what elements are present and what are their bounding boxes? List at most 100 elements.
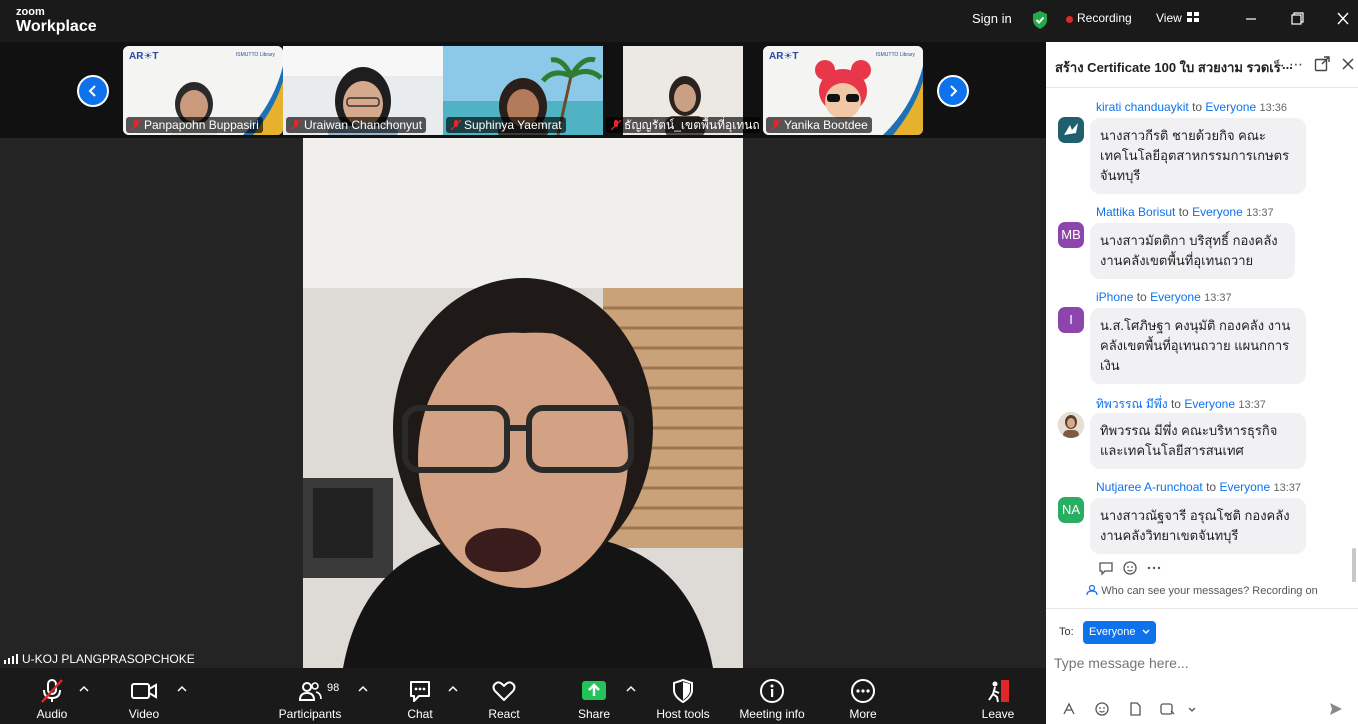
- video-button[interactable]: Video: [126, 678, 162, 721]
- chat-header: สร้าง Certificate 100 ใบ สวยงาม รวดเร็ว …: [1046, 42, 1358, 88]
- minimize-button[interactable]: [1239, 8, 1263, 30]
- video-label: Video: [128, 707, 160, 721]
- chat-scrollbar[interactable]: [1352, 548, 1356, 582]
- add-reaction-icon[interactable]: [1122, 560, 1138, 576]
- to-label: To:: [1059, 626, 1074, 638]
- muted-mic-icon: [771, 120, 781, 130]
- chat-panel: สร้าง Certificate 100 ใบ สวยงาม รวดเร็ว …: [1046, 42, 1358, 724]
- previous-page-button[interactable]: [77, 75, 109, 107]
- close-window-button[interactable]: [1331, 8, 1355, 30]
- brand-logo-text: AR☀T: [769, 51, 799, 62]
- recipient-dropdown[interactable]: Everyone: [1083, 621, 1156, 644]
- recipient-name[interactable]: Everyone: [1219, 480, 1270, 494]
- share-button[interactable]: Share: [576, 678, 612, 721]
- chevron-right-icon: [950, 85, 958, 97]
- to-text: to: [1206, 480, 1217, 494]
- participant-name-label: Panpapohn Buppasiri: [126, 117, 263, 133]
- logo-workplace: Workplace: [16, 18, 97, 35]
- participant-name: Panpapohn Buppasiri: [144, 118, 259, 132]
- chevron-down-icon: [1142, 629, 1150, 634]
- message-bubble: นางสาวณัฐจารี อรุณโชติ กองคลัง งานคลังวิ…: [1090, 498, 1306, 554]
- speaker-name: U-KOJ PLANGPRASOPCHOKE: [22, 652, 195, 666]
- sender-name[interactable]: Mattika Borisut: [1096, 205, 1175, 219]
- message-input[interactable]: [1054, 652, 1344, 674]
- next-page-button[interactable]: [937, 75, 969, 107]
- share-screen-icon: [582, 681, 606, 700]
- message-time: 13:37: [1238, 399, 1266, 411]
- chat-bubble-icon: [410, 681, 430, 702]
- close-chat-icon[interactable]: [1340, 56, 1356, 72]
- close-icon: [1337, 12, 1349, 25]
- screenshot-icon[interactable]: [1159, 701, 1175, 717]
- to-text: to: [1192, 100, 1203, 114]
- chat-message: I iPhone to Everyone 13:37 น.ส.โศภิษฐา ค…: [1046, 290, 1346, 386]
- send-icon[interactable]: [1328, 701, 1344, 717]
- message-visibility-notice[interactable]: Who can see your messages? Recording on: [1046, 584, 1358, 597]
- audio-options-caret-icon[interactable]: [79, 684, 89, 692]
- shield-icon: [673, 678, 693, 704]
- active-speaker-video[interactable]: [303, 138, 743, 668]
- message-time: 13:36: [1259, 102, 1287, 114]
- info-icon: [760, 679, 784, 703]
- react-button[interactable]: React: [484, 678, 524, 721]
- emoji-icon[interactable]: [1094, 701, 1110, 717]
- message-sender-line: iPhone to Everyone 13:37: [1096, 290, 1232, 304]
- recipient-name[interactable]: Everyone: [1192, 205, 1243, 219]
- recording-indicator[interactable]: Recording: [1077, 11, 1132, 25]
- avatar: MB: [1058, 222, 1084, 248]
- video-camera-icon: [131, 683, 157, 699]
- audio-button[interactable]: Audio: [34, 678, 70, 721]
- share-options-caret-icon[interactable]: [626, 684, 636, 692]
- leave-label: Leave: [981, 707, 1015, 721]
- sender-name[interactable]: iPhone: [1096, 290, 1133, 304]
- recipient-name[interactable]: Everyone: [1150, 290, 1201, 304]
- video-strip: AR☀T ISMUTTO Library Panpapohn Buppasiri…: [0, 42, 1046, 138]
- visibility-text: Who can see your messages? Recording on: [1101, 585, 1318, 597]
- participants-label: Participants: [278, 707, 342, 721]
- more-button[interactable]: More: [845, 678, 881, 721]
- heart-icon: [492, 681, 516, 701]
- screenshot-options-chevron-icon[interactable]: [1184, 701, 1200, 717]
- recipient-name[interactable]: Everyone: [1205, 100, 1256, 114]
- sender-name[interactable]: kirati chanduaykit: [1096, 100, 1189, 114]
- security-shield-icon[interactable]: [1031, 10, 1049, 30]
- avatar: [1058, 117, 1084, 143]
- view-menu[interactable]: View: [1156, 11, 1182, 25]
- participant-video-tile[interactable]: Uraiwan Chanchonyut: [283, 46, 443, 135]
- muted-mic-icon: [291, 120, 301, 130]
- chat-options-caret-icon[interactable]: [448, 684, 458, 692]
- participant-video-tile[interactable]: ธัญญรัตน์_เขตพื้นที่อุเทนถ...: [603, 46, 763, 135]
- meeting-info-button[interactable]: Meeting info: [736, 678, 808, 721]
- sender-name[interactable]: Nutjaree A-runchoat: [1096, 480, 1203, 494]
- muted-mic-icon: [131, 120, 141, 130]
- grid-view-icon[interactable]: [1187, 12, 1199, 22]
- sign-in-link[interactable]: Sign in: [972, 11, 1012, 26]
- chat-message: NA Nutjaree A-runchoat to Everyone 13:37…: [1046, 480, 1346, 556]
- react-label: React: [488, 707, 520, 721]
- leave-button[interactable]: Leave: [980, 678, 1016, 721]
- chat-more-options-icon[interactable]: ⋯: [1288, 56, 1304, 72]
- format-text-icon[interactable]: [1061, 701, 1077, 717]
- avatar: NA: [1058, 497, 1084, 523]
- participant-name: Uraiwan Chanchonyut: [304, 118, 423, 132]
- popout-icon[interactable]: [1314, 56, 1330, 72]
- participant-video-tile[interactable]: Suphinya Yaemrat: [443, 46, 603, 135]
- host-tools-button[interactable]: Host tools: [654, 678, 712, 721]
- sender-name[interactable]: ทิพวรรณ มีพึ่ง: [1096, 397, 1168, 411]
- more-actions-icon[interactable]: [1146, 560, 1162, 576]
- file-attach-icon[interactable]: [1127, 701, 1143, 717]
- message-time: 13:37: [1204, 292, 1232, 304]
- video-options-caret-icon[interactable]: [177, 684, 187, 692]
- reply-icon[interactable]: [1098, 560, 1114, 576]
- speaker-video-feed: [303, 138, 743, 668]
- chat-message: MB Mattika Borisut to Everyone 13:37 นาง…: [1046, 205, 1346, 281]
- recipient-name[interactable]: Everyone: [1184, 397, 1235, 411]
- chat-button[interactable]: Chat: [402, 678, 438, 721]
- participants-options-caret-icon[interactable]: [358, 684, 368, 692]
- chat-message-list[interactable]: kirati chanduaykit to Everyone 13:36 นาง…: [1046, 88, 1358, 582]
- maximize-button[interactable]: [1285, 8, 1309, 30]
- participant-video-tile[interactable]: AR☀T ISMUTTO Library Yanika Bootdee: [763, 46, 923, 135]
- participant-video-tile[interactable]: AR☀T ISMUTTO Library Panpapohn Buppasiri: [123, 46, 283, 135]
- participants-count: 98: [327, 682, 340, 694]
- brand-right-text: ISMUTTO Library: [875, 52, 915, 58]
